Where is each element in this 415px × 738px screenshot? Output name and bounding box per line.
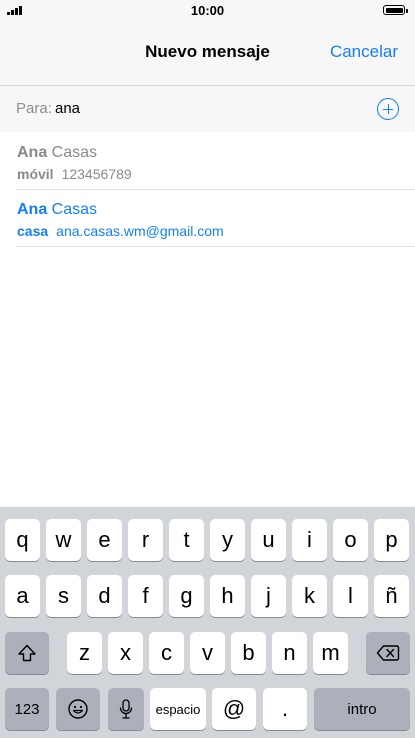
recipient-row: Para: ana bbox=[0, 86, 415, 132]
recipient-input[interactable]: ana bbox=[55, 100, 80, 117]
return-key[interactable]: intro bbox=[314, 688, 410, 730]
divider bbox=[16, 246, 415, 247]
at-key[interactable]: @ bbox=[212, 688, 256, 730]
dictation-key[interactable] bbox=[108, 688, 144, 730]
key[interactable]: t bbox=[169, 519, 204, 561]
status-bar: 10:00 bbox=[0, 0, 415, 22]
key[interactable]: q bbox=[5, 519, 40, 561]
microphone-icon bbox=[119, 699, 133, 719]
key[interactable]: ñ bbox=[374, 575, 409, 617]
key[interactable]: j bbox=[251, 575, 286, 617]
key[interactable]: c bbox=[149, 632, 184, 674]
status-time: 10:00 bbox=[190, 3, 225, 18]
key[interactable]: w bbox=[46, 519, 81, 561]
key[interactable]: k bbox=[292, 575, 327, 617]
key[interactable]: n bbox=[272, 632, 307, 674]
key[interactable]: a bbox=[5, 575, 40, 617]
key[interactable]: s bbox=[46, 575, 81, 617]
emoji-key[interactable] bbox=[56, 688, 100, 730]
key[interactable]: h bbox=[210, 575, 245, 617]
shift-icon bbox=[18, 644, 36, 662]
key[interactable]: e bbox=[87, 519, 122, 561]
space-key[interactable]: espacio bbox=[150, 688, 206, 730]
key[interactable]: p bbox=[374, 519, 409, 561]
shift-key[interactable] bbox=[5, 632, 49, 674]
keyboard: q w e r t y u i o p a s d f g h j k l ñ … bbox=[0, 507, 415, 738]
key[interactable]: f bbox=[128, 575, 163, 617]
suggestion-name: Ana Casas bbox=[17, 201, 98, 218]
suggestion-detail: casa ana.casas.wm@gmail.com bbox=[17, 223, 224, 239]
suggestion-name: Ana Casas bbox=[17, 144, 98, 161]
key[interactable]: v bbox=[190, 632, 225, 674]
key[interactable]: d bbox=[87, 575, 122, 617]
key[interactable]: u bbox=[251, 519, 286, 561]
key[interactable]: b bbox=[231, 632, 266, 674]
backspace-icon bbox=[376, 645, 400, 661]
key[interactable]: r bbox=[128, 519, 163, 561]
period-key[interactable]: . bbox=[263, 688, 307, 730]
key[interactable]: o bbox=[333, 519, 368, 561]
key[interactable]: l bbox=[333, 575, 368, 617]
emoji-icon bbox=[68, 699, 88, 719]
key[interactable]: z bbox=[67, 632, 102, 674]
add-contact-icon[interactable] bbox=[377, 98, 399, 120]
delete-key[interactable] bbox=[366, 632, 410, 674]
recipient-label: Para: bbox=[16, 100, 52, 117]
key[interactable]: y bbox=[210, 519, 245, 561]
key[interactable]: x bbox=[108, 632, 143, 674]
key[interactable]: i bbox=[292, 519, 327, 561]
contact-suggestion[interactable]: Ana Casas móvil 123456789 bbox=[0, 133, 415, 190]
navigation-bar: Nuevo mensaje Cancelar bbox=[0, 22, 415, 86]
battery-icon bbox=[383, 5, 408, 15]
suggestion-detail: móvil 123456789 bbox=[17, 166, 132, 182]
key[interactable]: g bbox=[169, 575, 204, 617]
cancel-button[interactable]: Cancelar bbox=[330, 42, 398, 62]
key[interactable]: m bbox=[313, 632, 348, 674]
numbers-key[interactable]: 123 bbox=[5, 688, 49, 730]
contact-suggestion[interactable]: Ana Casas casa ana.casas.wm@gmail.com bbox=[0, 190, 415, 247]
